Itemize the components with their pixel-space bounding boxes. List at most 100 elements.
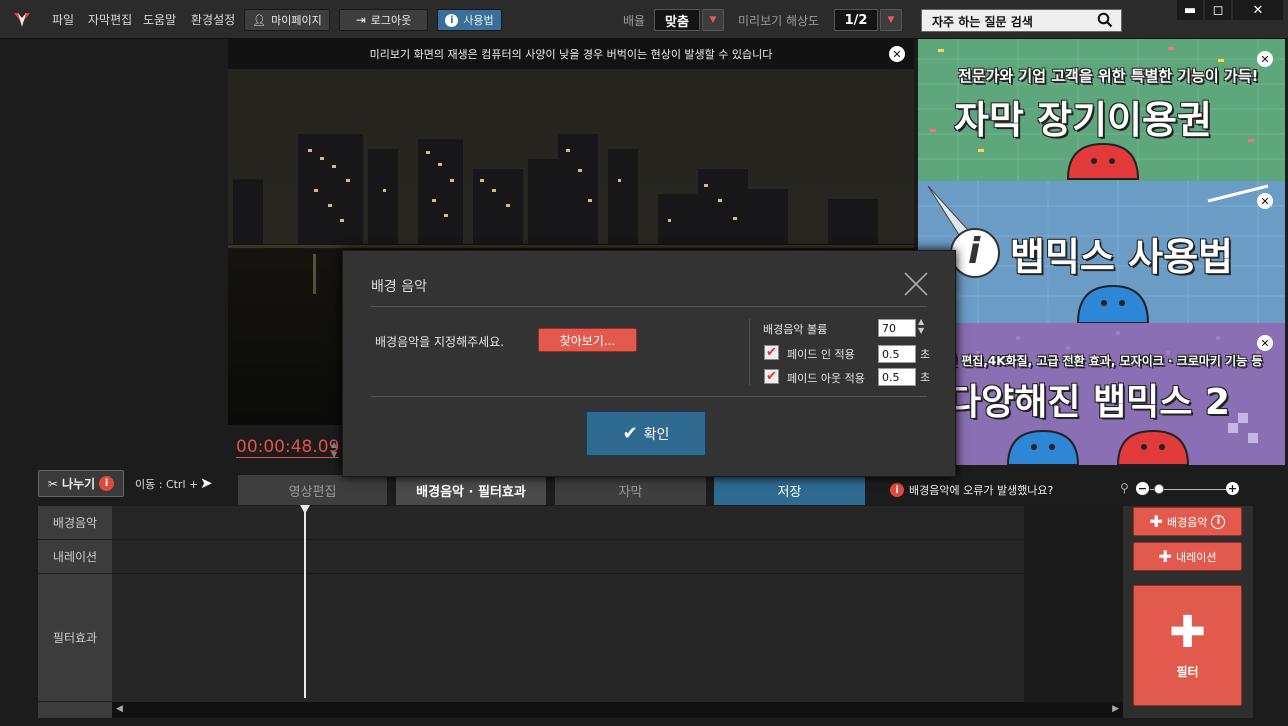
confirm-button[interactable]: ✔ 확인 [586, 411, 706, 456]
timeline-track-filter[interactable] [112, 574, 1123, 702]
fade-out-unit: 초 [920, 371, 931, 384]
row-label-bgm: 배경음악 [38, 506, 112, 540]
dialog-close-icon[interactable] [903, 271, 929, 297]
volume-input[interactable]: 70 [878, 319, 916, 337]
scroll-left-icon[interactable]: ◀ [116, 704, 123, 714]
timeline-track-bgm[interactable] [112, 506, 1123, 540]
close-window-button[interactable]: ✕ [1233, 0, 1283, 20]
volume-spinner-icon[interactable]: ▲ ▼ [918, 317, 924, 335]
add-filter-button[interactable]: ✚ 필터 [1133, 585, 1242, 706]
zoom-out-icon[interactable]: − [1136, 482, 1149, 495]
info-icon: i [445, 13, 459, 27]
maximize-button[interactable]: ◻ [1205, 0, 1231, 20]
ad-2-line1: 뱁믹스 사용법 [1010, 235, 1233, 279]
user-icon: 👤︎ [252, 13, 267, 27]
preview-notice-text: 미리보기 화면의 재생은 컴퓨터의 사양이 낮을 경우 버벅이는 현상이 발생할… [369, 48, 773, 61]
menu-settings[interactable]: 환경설정 [191, 11, 235, 28]
mypage-button[interactable]: 👤︎ 마이페이지 [244, 9, 330, 31]
plus-icon: ✚ [1149, 512, 1163, 531]
ad-1-line2: 자막 장기이용권 [954, 98, 1212, 142]
fade-in-checkbox[interactable]: ✔ [764, 345, 779, 360]
error-info-icon: i [890, 483, 904, 497]
fade-in-input[interactable]: 0.5 [878, 345, 916, 363]
logout-label: 로그아웃 [370, 14, 412, 27]
add-narration-button[interactable]: ✚ 내레이션 [1133, 542, 1242, 571]
checkmark-icon: ✔ [622, 423, 638, 444]
fade-out-label: 페이드 아웃 적용 [787, 372, 865, 385]
mouse-cursor-icon: ➤ [200, 474, 213, 492]
preview-res-label: 미리보기 해상도 [738, 14, 820, 28]
ad-banner-2[interactable]: i 뱁믹스 사용법 ✕ [918, 181, 1285, 323]
bgm-info-icon[interactable]: i [1211, 514, 1226, 529]
faq-search-label: 자주 하는 질문 검색 [932, 15, 1033, 29]
row-label-filter: 필터효과 [38, 574, 112, 702]
bgm-error-hint[interactable]: i 배경음악에 오류가 발생했나요? [890, 482, 1053, 498]
minimize-button[interactable]: ▬ [1177, 0, 1203, 20]
timeline-scrollbar[interactable]: ◀ ▶ [112, 702, 1123, 718]
fade-out-checkbox[interactable]: ✔ [764, 369, 779, 384]
split-label: 나누기 [61, 477, 96, 491]
tab-save[interactable]: 저장 [714, 475, 865, 505]
menu-subtitle-edit[interactable]: 자막편집 [88, 11, 132, 28]
bgm-dialog: 배경 음악 배경음악을 지정해주세요. 찾아보기... 배경음악 볼륨 70 ▲… [342, 250, 956, 477]
dialog-divider-bottom [371, 396, 927, 397]
menu-help[interactable]: 도움말 [143, 11, 176, 28]
split-info-icon[interactable]: i [99, 476, 115, 491]
bgm-error-text: 배경음악에 오류가 발생했나요? [909, 484, 1054, 497]
howto-button[interactable]: i 사용법 [437, 9, 502, 31]
speed-select[interactable]: 맞춤 [654, 9, 700, 31]
tab-video-edit[interactable]: 영상편집 [238, 475, 387, 505]
plus-icon: ✚ [1169, 607, 1206, 658]
browse-button[interactable]: 찾아보기... [538, 328, 637, 352]
plus-icon: ✚ [1158, 547, 1172, 566]
row-label-narration: 내레이션 [38, 540, 112, 574]
dialog-title: 배경 음악 [371, 279, 427, 295]
zoom-in-icon[interactable]: + [1226, 482, 1239, 495]
logout-icon: ⇥ [355, 13, 366, 27]
zoom-search-icon: ⚲ [1120, 481, 1129, 495]
close-ad-2-icon[interactable]: ✕ [1257, 193, 1273, 209]
timeline-area[interactable]: ◀ ▶ [38, 506, 1123, 718]
volume-label: 배경음악 볼륨 [763, 323, 828, 336]
ad-3-line2: 다양해진 뱁믹스 2 [948, 382, 1230, 423]
mypage-label: 마이페이지 [271, 14, 322, 27]
ad-banner-3[interactable]: 컷 편집,4K화질, 고급 전환 효과, 모자이크 · 크로마키 기능 등 다양… [918, 323, 1285, 465]
timecode[interactable]: 00:00:48.09 [236, 437, 340, 458]
confirm-label: 확인 [643, 426, 670, 443]
faq-search-box[interactable]: 자주 하는 질문 검색 [921, 9, 1122, 32]
fade-out-input[interactable]: 0.5 [878, 368, 916, 386]
add-bgm-button[interactable]: ✚ 배경음악 i [1133, 507, 1242, 536]
add-bgm-label: 배경음악 [1166, 515, 1208, 529]
close-notice-icon[interactable]: ✕ [889, 46, 905, 62]
close-ad-1-icon[interactable]: ✕ [1257, 51, 1273, 67]
timecode-spinner-icon[interactable]: ▲ ▼ [331, 440, 337, 460]
tab-subtitle[interactable]: 자막 [555, 475, 706, 505]
preview-res-select[interactable]: 1/2 [834, 9, 878, 31]
timeline-track-narration[interactable] [112, 540, 1123, 574]
scroll-right-icon[interactable]: ▶ [1112, 704, 1119, 714]
ad-1-line1: 전문가와 기업 고객을 위한 특별한 기능이 가득! [958, 67, 1259, 85]
close-ad-3-icon[interactable]: ✕ [1257, 335, 1273, 351]
split-button[interactable]: ✂ 나누기 i [38, 470, 124, 497]
logout-button[interactable]: ⇥ 로그아웃 [339, 9, 428, 31]
zoom-slider-thumb[interactable] [1154, 484, 1164, 494]
playhead-line[interactable] [304, 512, 306, 698]
search-icon[interactable] [1097, 12, 1113, 32]
playhead-handle-icon[interactable] [300, 505, 310, 514]
app-logo-icon [12, 9, 32, 29]
add-narration-label: 내레이션 [1175, 550, 1217, 564]
dialog-divider-vertical [749, 319, 750, 385]
speed-label: 배율 [623, 14, 646, 28]
ad-3-line1: 컷 편집,4K화질, 고급 전환 효과, 모자이크 · 크로마키 기능 등 [946, 354, 1263, 368]
speed-dropdown-icon[interactable]: ▼ [702, 9, 724, 31]
info-i-icon: i [968, 231, 981, 272]
zoom-control[interactable]: ⚲ − + [1120, 481, 1242, 498]
ad-banner-1[interactable]: 전문가와 기업 고객을 위한 특별한 기능이 가득! 자막 장기이용권 ✕ [918, 39, 1285, 181]
top-bar: 파일 자막편집 도움말 환경설정 👤︎ 마이페이지 ⇥ 로그아웃 i 사용법 배율 맞… [0, 0, 1288, 39]
menu-file[interactable]: 파일 [52, 11, 74, 28]
dialog-divider-top [371, 306, 927, 307]
preview-notice-bar: 미리보기 화면의 재생은 컴퓨터의 사양이 낮을 경우 버벅이는 현상이 발생할… [228, 39, 914, 69]
scissors-icon: ✂ [47, 476, 58, 491]
preview-res-dropdown-icon[interactable]: ▼ [880, 9, 902, 31]
tab-bgm-filter[interactable]: 배경음악 · 필터효과 [396, 475, 546, 505]
